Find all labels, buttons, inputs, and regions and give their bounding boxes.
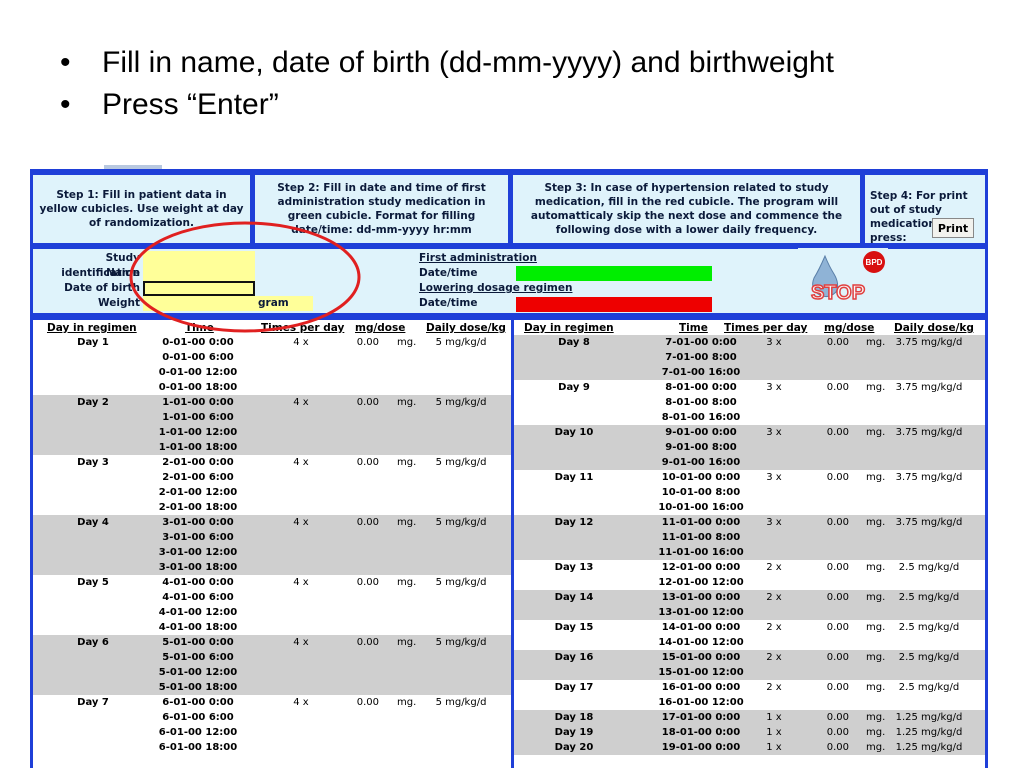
annotation-overlay [129,221,361,333]
highlight-ellipse [129,221,361,333]
